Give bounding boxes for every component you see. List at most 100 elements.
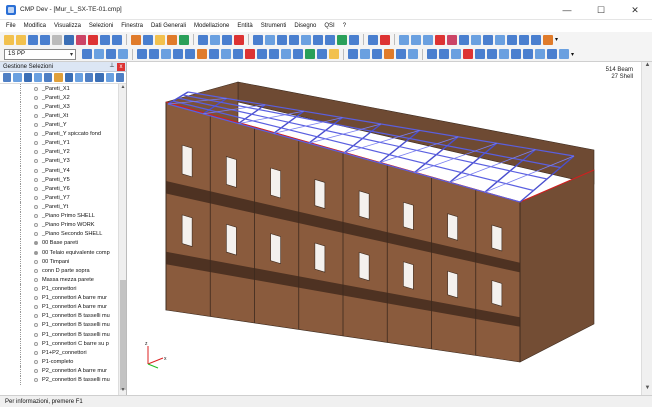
toolbar-tool-icon[interactable]: [167, 34, 177, 45]
toolbar-tool-icon[interactable]: [305, 49, 315, 59]
toolbar-tool-icon[interactable]: [301, 34, 311, 45]
list-item[interactable]: _Pareti_Y1: [0, 138, 119, 148]
toolbar-tool-icon[interactable]: [179, 34, 189, 45]
list-item[interactable]: P2_connettori A barre mur: [0, 366, 119, 376]
wall-opening[interactable]: [181, 144, 193, 178]
toolbar-tool-icon[interactable]: [499, 49, 509, 59]
selection-bullet-icon[interactable]: [34, 259, 38, 264]
toolbar-tool-icon[interactable]: [507, 34, 517, 45]
menu-entita[interactable]: Entità: [237, 23, 252, 29]
selection-bullet-icon[interactable]: [34, 305, 38, 310]
list-item[interactable]: _Piano Primo SHELL: [0, 211, 119, 221]
toolbar-tool-icon[interactable]: [380, 34, 390, 45]
menu-modellazione[interactable]: Modellazione: [194, 23, 229, 29]
list-item[interactable]: _Pareti_X2: [0, 93, 119, 103]
toolbar-tool-icon[interactable]: [325, 34, 335, 45]
list-item[interactable]: _Pareti_Y6: [0, 184, 119, 194]
wall-opening[interactable]: [314, 179, 326, 209]
toolbar-tool-icon[interactable]: [471, 34, 481, 45]
model-viewport[interactable]: z x 514 Beam 27 Shell: [128, 62, 641, 395]
toolbar-tool-icon[interactable]: [281, 49, 291, 59]
wall-opening[interactable]: [491, 224, 503, 252]
toolbar-tool-icon[interactable]: [384, 49, 394, 59]
filter-tool-icon[interactable]: [74, 73, 83, 82]
list-item[interactable]: _Piano Primo WORK: [0, 220, 119, 230]
toolbar-tool-icon[interactable]: [408, 49, 418, 59]
wall-opening[interactable]: [447, 270, 458, 299]
list-item[interactable]: _Pareti_Y4: [0, 165, 119, 176]
scroll-up-icon[interactable]: ▲: [119, 84, 127, 92]
wall-opening[interactable]: [270, 233, 281, 265]
filter-tool-icon[interactable]: [115, 73, 124, 82]
toolbar-tool-icon[interactable]: [411, 34, 421, 45]
toolbar-tool-icon[interactable]: [559, 49, 569, 59]
building-3d-model[interactable]: z x: [128, 62, 641, 395]
list-item[interactable]: _Pareti_Y3: [0, 156, 119, 167]
selection-bullet-icon[interactable]: [34, 341, 38, 346]
wall-opening[interactable]: [403, 261, 414, 290]
selection-bullet-icon[interactable]: [34, 104, 38, 109]
scroll-thumb[interactable]: [120, 280, 126, 390]
selection-bullet-icon[interactable]: [34, 332, 38, 337]
selection-bullet-icon[interactable]: [34, 205, 38, 210]
toolbar-tool-icon[interactable]: [198, 34, 208, 45]
filter-tool-icon[interactable]: [54, 73, 63, 82]
toolbar-tool-icon[interactable]: [209, 49, 219, 59]
toolbar-tool-icon[interactable]: [447, 34, 457, 45]
toolbar-tool-icon[interactable]: [94, 49, 104, 59]
wall-opening[interactable]: [491, 280, 503, 307]
selection-bullet-icon[interactable]: [34, 323, 38, 328]
selection-bullet-icon[interactable]: [34, 350, 38, 355]
toolbar-tool-icon[interactable]: [222, 34, 232, 45]
selection-bullet-icon[interactable]: [34, 159, 38, 164]
selection-bullet-icon[interactable]: [34, 123, 38, 128]
toolbar-tool-icon[interactable]: [317, 49, 327, 59]
toolbar-tool-icon[interactable]: [100, 34, 110, 45]
wall-opening[interactable]: [358, 251, 370, 282]
list-item[interactable]: P2_connettori B tasselli mu: [0, 375, 119, 385]
menu-finestra[interactable]: Finestra: [121, 23, 143, 29]
list-item[interactable]: 00 Timpani: [0, 257, 119, 267]
selection-bullet-icon[interactable]: [34, 95, 38, 100]
toolbar-tool-icon[interactable]: [82, 49, 92, 59]
toolbar-tool-icon[interactable]: [535, 49, 545, 59]
toolbar-tool-icon[interactable]: [372, 49, 382, 59]
toolbar-tool-icon[interactable]: [435, 34, 445, 45]
toolbar-tool-icon[interactable]: [52, 34, 62, 45]
menu-modifica[interactable]: Modifica: [24, 23, 46, 29]
toolbar-tool-icon[interactable]: [4, 34, 14, 45]
selection-bullet-icon[interactable]: [34, 223, 38, 228]
menu-qsi[interactable]: QSI: [324, 23, 334, 29]
wall-opening[interactable]: [226, 156, 237, 188]
toolbar-overflow-icon[interactable]: ▾: [555, 36, 558, 43]
toolbar-tool-icon[interactable]: [269, 49, 279, 59]
toolbar-tool-icon[interactable]: [245, 49, 255, 59]
toolbar-tool-icon[interactable]: [265, 34, 275, 45]
toolbar-tool-icon[interactable]: [360, 49, 370, 59]
wall-opening[interactable]: [226, 223, 237, 256]
menu-visualizza[interactable]: Visualizza: [54, 23, 81, 29]
selection-bullet-icon[interactable]: [34, 177, 38, 182]
selection-bullet-icon[interactable]: [34, 368, 38, 373]
toolbar-tool-icon[interactable]: [396, 49, 406, 59]
toolbar-tool-icon[interactable]: [149, 49, 159, 59]
wall-opening[interactable]: [181, 214, 193, 247]
toolbar-tool-icon[interactable]: [459, 34, 469, 45]
toolbar-tool-icon[interactable]: [233, 49, 243, 59]
filter-tool-icon[interactable]: [3, 73, 12, 82]
selection-bullet-icon[interactable]: [34, 314, 38, 319]
toolbar-tool-icon[interactable]: [40, 34, 50, 45]
toolbar-tool-icon[interactable]: [293, 49, 303, 59]
selection-bullet-icon[interactable]: [34, 186, 38, 191]
list-item[interactable]: P1_connettori B tasselli mu: [0, 329, 119, 340]
list-item[interactable]: P1-completo: [0, 357, 119, 367]
list-item[interactable]: _Piano Secondo SHELL: [0, 229, 119, 239]
menu-file[interactable]: File: [6, 23, 16, 29]
toolbar-tool-icon[interactable]: [329, 49, 339, 59]
selection-bullet-icon[interactable]: [34, 113, 38, 118]
list-item[interactable]: _Pareti_Y: [0, 120, 119, 130]
toolbar-tool-icon[interactable]: [313, 34, 323, 45]
toolbar-tool-icon[interactable]: [112, 34, 122, 45]
selection-bullet-icon[interactable]: [34, 232, 38, 237]
selection-bullet-icon[interactable]: [34, 241, 38, 246]
